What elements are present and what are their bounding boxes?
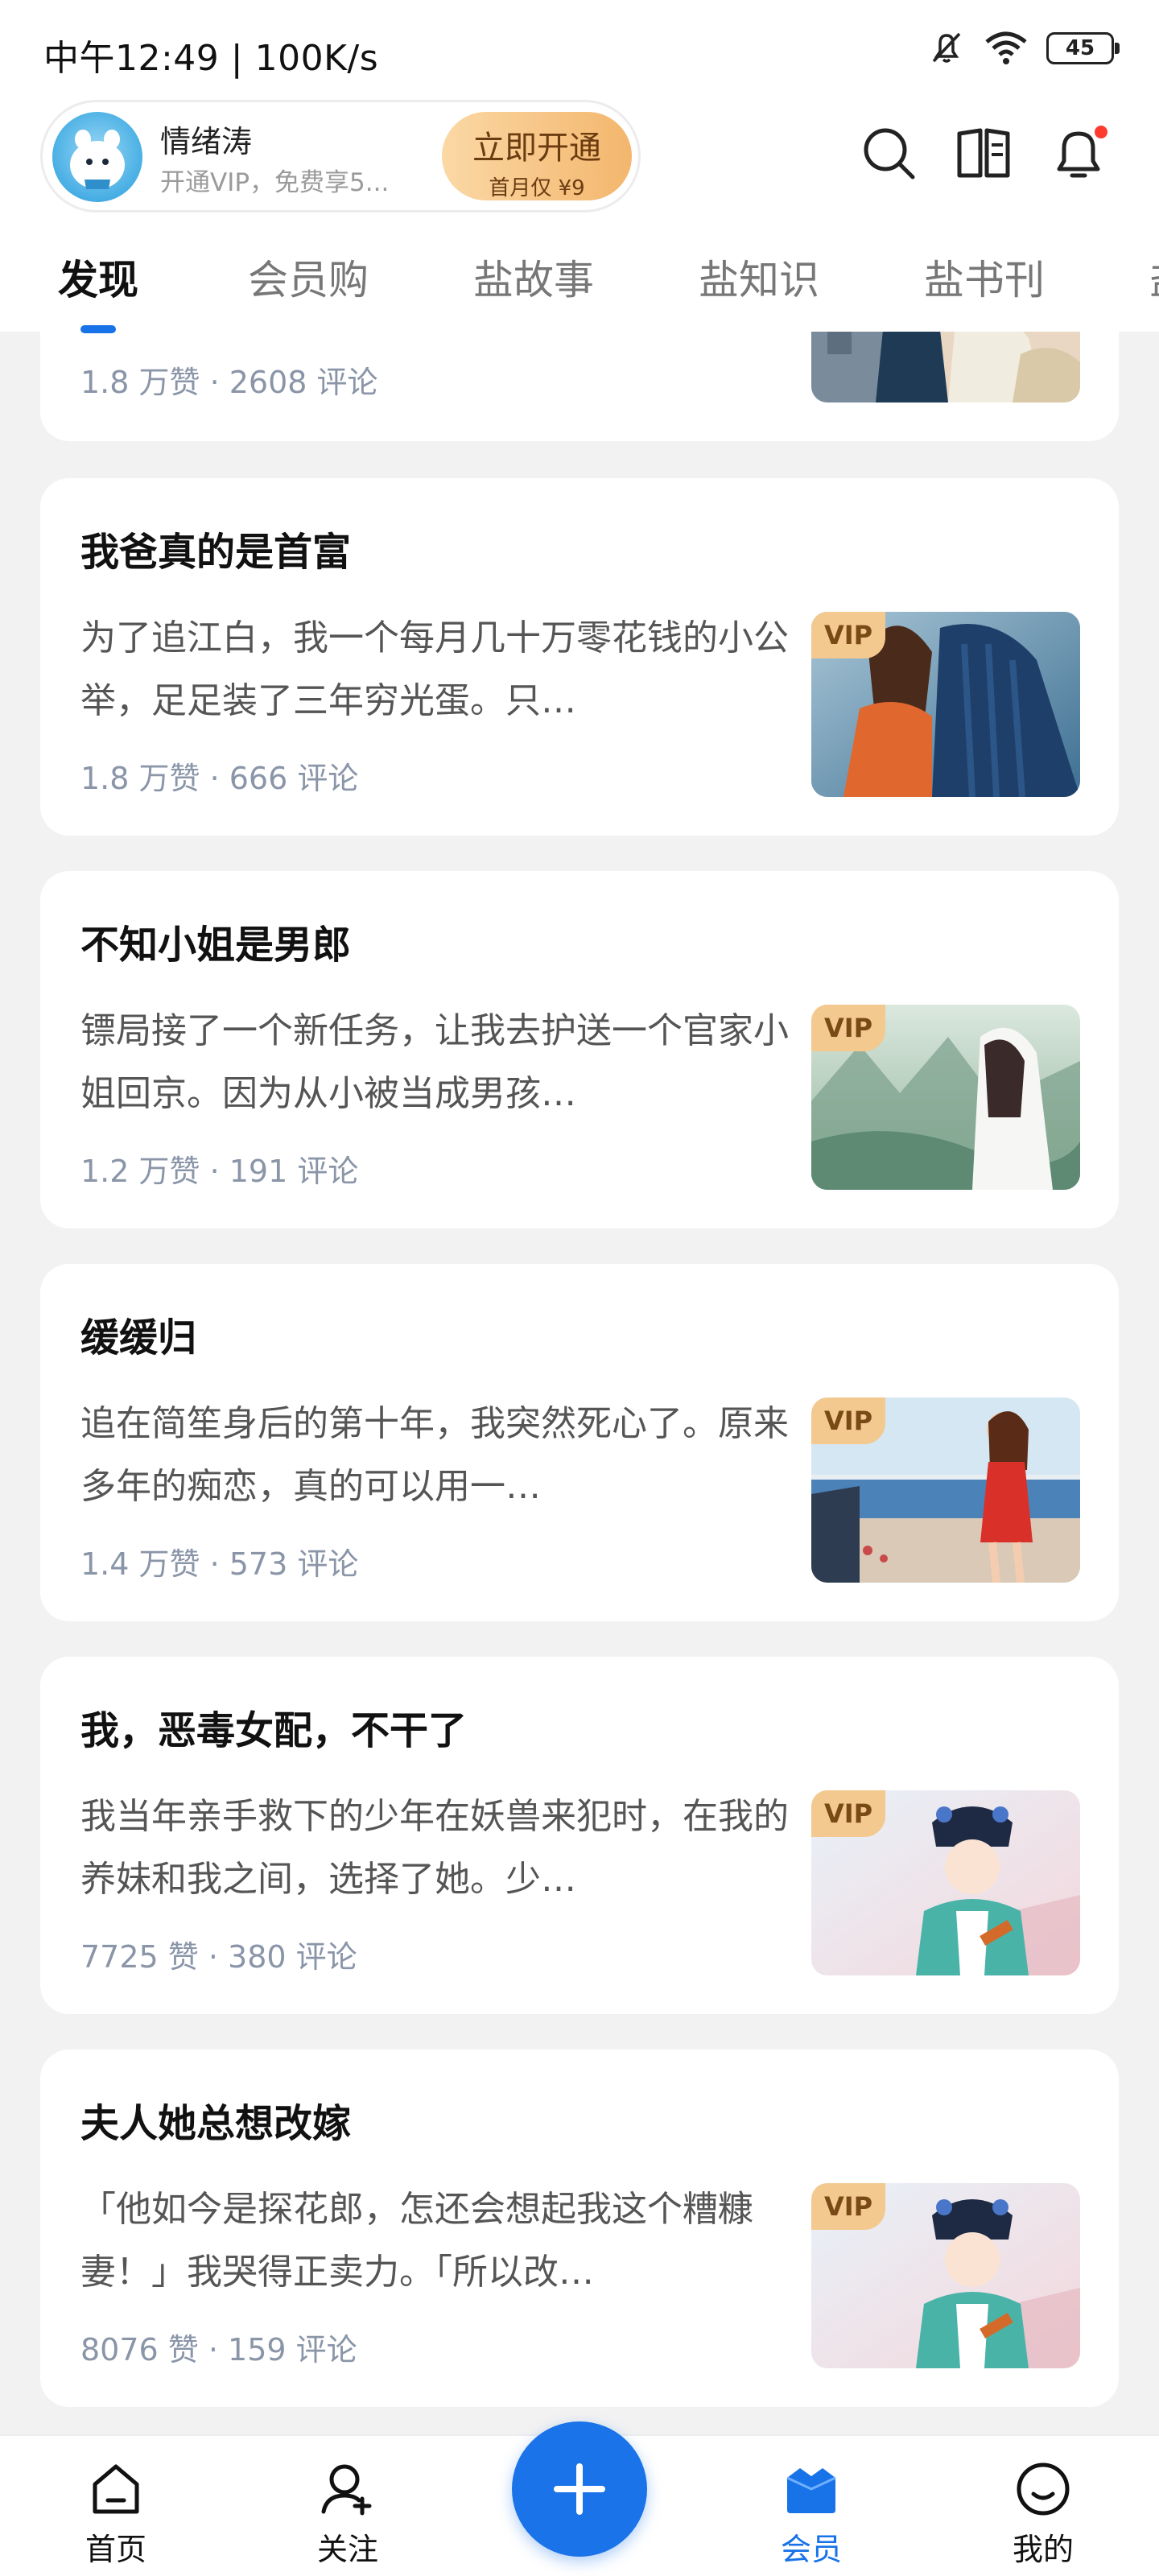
article-meta: 1.2 万赞 · 191 评论: [80, 1154, 359, 1189]
article-meta: 1.8 万赞 · 666 评论: [80, 761, 359, 796]
article-feed: 1.8 万赞 · 2608 评论 我爸真的是首富 为了追江白，我一个每月几十万零…: [0, 0, 1159, 2576]
tab-salt-knowledge[interactable]: 盐知识: [699, 248, 819, 306]
article-thumbnail: VIP: [811, 1790, 1080, 1975]
mute-bell-icon: [927, 29, 966, 68]
vip-badge: VIP: [811, 2183, 885, 2230]
article-thumbnail: VIP: [811, 1397, 1080, 1583]
vip-badge: VIP: [811, 1397, 885, 1444]
member-icon: [786, 2468, 836, 2513]
vip-benefit-text: 开通VIP，免费享5...: [160, 168, 390, 197]
vip-promo-banner[interactable]: 情绪涛 开通VIP，免费享5... 立即开通 首月仅 ¥9: [40, 100, 641, 213]
notification-bell-icon[interactable]: [1050, 124, 1107, 188]
book-icon[interactable]: [955, 124, 1013, 185]
vip-badge: VIP: [811, 612, 885, 658]
tab-discover[interactable]: 发现: [58, 248, 138, 306]
user-name: 情绪涛: [160, 124, 253, 159]
nav-member[interactable]: 会员: [747, 2436, 876, 2576]
active-tab-indicator: [80, 325, 116, 333]
nav-label: 我的: [1012, 2532, 1074, 2567]
search-icon[interactable]: [860, 124, 918, 185]
article-title: 我，恶毒女配，不干了: [80, 1708, 468, 1753]
article-excerpt: 追在简笙身后的第十年，我突然死心了。原来多年的痴恋，真的可以用一…: [80, 1403, 789, 1507]
open-vip-label: 立即开通: [472, 130, 601, 167]
article-meta: 7725 赞 · 380 评论: [80, 1939, 357, 1975]
create-post-button[interactable]: [512, 2421, 647, 2557]
article-meta: 1.4 万赞 · 573 评论: [80, 1546, 359, 1582]
vip-price-label: 首月仅 ¥9: [489, 176, 585, 200]
tab-salt-books[interactable]: 盐书刊: [924, 248, 1045, 306]
wifi-icon: [984, 31, 1029, 66]
article-excerpt: 为了追江白，我一个每月几十万零花钱的小公举，足足装了三年穷光蛋。只…: [80, 617, 789, 721]
article-title: 夫人她总想改嫁: [80, 2101, 352, 2146]
article-excerpt: 我当年亲手救下的少年在妖兽来犯时，在我的养妹和我之间，选择了她。少…: [80, 1796, 789, 1900]
article-thumbnail: VIP: [811, 612, 1080, 797]
vip-badge: VIP: [811, 1005, 885, 1051]
home-icon: [93, 2464, 139, 2514]
article-title: 不知小姐是男郎: [80, 923, 352, 968]
nav-profile[interactable]: 我的: [979, 2436, 1107, 2576]
article-excerpt: 「他如今是探花郎，怎还会想起我这个糟糠妻！」我哭得正卖力。「所以改…: [80, 2189, 753, 2293]
status-time: 中午12:49 | 100K/s: [43, 38, 379, 79]
article-card[interactable]: 不知小姐是男郎 镖局接了一个新任务，让我去护送一个官家小姐回京。因为从小被当成男…: [40, 871, 1119, 1228]
article-card[interactable]: 夫人她总想改嫁 「他如今是探花郎，怎还会想起我这个糟糠妻！」我哭得正卖力。「所以…: [40, 2050, 1119, 2407]
nav-label: 首页: [85, 2532, 146, 2567]
article-meta: 1.8 万赞 · 2608 评论: [80, 365, 378, 400]
avatar[interactable]: [52, 112, 142, 202]
article-title: 我爸真的是首富: [80, 530, 352, 575]
battery-icon: 45: [1046, 32, 1120, 64]
article-meta: 8076 赞 · 159 评论: [80, 2332, 357, 2368]
article-thumbnail: VIP: [811, 2183, 1080, 2368]
article-thumbnail: VIP: [811, 1005, 1080, 1190]
article-card[interactable]: 缓缓归 追在简笙身后的第十年，我突然死心了。原来多年的痴恋，真的可以用一… 1.…: [40, 1264, 1119, 1621]
article-title: 缓缓归: [80, 1315, 197, 1360]
plus-icon: [554, 2463, 605, 2515]
tab-more[interactable]: 盐: [1149, 248, 1159, 306]
article-card[interactable]: 我，恶毒女配，不干了 我当年亲手救下的少年在妖兽来犯时，在我的养妹和我之间，选择…: [40, 1657, 1119, 2014]
nav-home[interactable]: 首页: [52, 2436, 180, 2576]
nav-follow[interactable]: 关注: [283, 2436, 412, 2576]
category-tabs: 发现 会员购 盐故事 盐知识 盐书刊 盐: [0, 233, 1159, 322]
top-header: 中午12:49 | 100K/s 45 情绪涛 开通VIP，免费享5... 立即…: [0, 0, 1159, 332]
nav-label: 会员: [780, 2532, 842, 2567]
profile-icon: [1017, 2462, 1070, 2516]
nav-label: 关注: [316, 2532, 378, 2567]
open-vip-button[interactable]: 立即开通 首月仅 ¥9: [442, 112, 632, 200]
status-bar: 中午12:49 | 100K/s 45: [0, 0, 1159, 97]
tab-member-shop[interactable]: 会员购: [248, 248, 369, 306]
follow-icon: [321, 2464, 372, 2516]
article-card[interactable]: 我爸真的是首富 为了追江白，我一个每月几十万零花钱的小公举，足足装了三年穷光蛋。…: [40, 478, 1119, 836]
tab-salt-story[interactable]: 盐故事: [473, 248, 594, 306]
vip-badge: VIP: [811, 1790, 885, 1837]
article-excerpt: 镖局接了一个新任务，让我去护送一个官家小姐回京。因为从小被当成男孩…: [80, 1010, 789, 1114]
